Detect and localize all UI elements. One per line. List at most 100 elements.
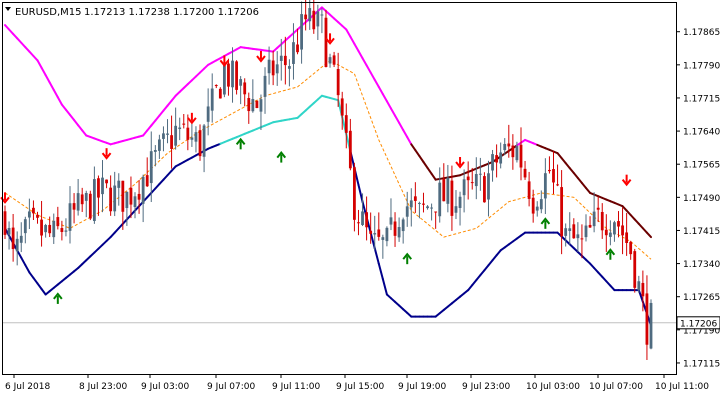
candle-body xyxy=(7,227,11,235)
candle-body xyxy=(458,196,462,208)
candle[interactable] xyxy=(633,248,637,293)
y-tick-label: 1.17865 xyxy=(683,28,720,38)
candle-body xyxy=(3,211,7,235)
candle-body xyxy=(369,230,373,234)
candle-body xyxy=(210,88,214,111)
x-tick-label: 8 Jul 23:00 xyxy=(79,382,128,392)
candle-body xyxy=(401,219,405,232)
candle-body xyxy=(336,68,340,96)
candle[interactable] xyxy=(218,87,222,99)
candle-body xyxy=(304,14,308,20)
candle-body xyxy=(539,199,543,210)
candle-body xyxy=(235,61,238,90)
candle-body xyxy=(426,206,429,209)
current-price-tag: 1.17206 xyxy=(676,316,720,330)
y-tick-label: 1.17340 xyxy=(683,260,720,270)
x-tick-label: 9 Jul 23:00 xyxy=(462,382,511,392)
candle-body xyxy=(64,230,68,232)
candle-body xyxy=(495,155,499,163)
candle-body xyxy=(543,173,547,199)
candle[interactable] xyxy=(649,299,653,350)
candle-body xyxy=(568,228,572,231)
candle-body xyxy=(153,149,157,152)
candle-body xyxy=(418,202,421,204)
candle-body xyxy=(454,206,458,213)
candle-body xyxy=(466,176,470,181)
candle-body xyxy=(48,224,52,234)
candle-body xyxy=(556,184,559,186)
candle-body xyxy=(580,238,584,240)
candle[interactable] xyxy=(255,100,259,109)
candle-body xyxy=(279,55,283,61)
candle-body xyxy=(288,66,291,69)
candle-body xyxy=(483,176,486,203)
x-tick-label: 9 Jul 15:00 xyxy=(336,382,385,392)
candle-body xyxy=(125,191,129,209)
candle-body xyxy=(145,175,149,187)
candlestick-chart[interactable]: 1.17865 1.17790 1.17715 1.17640 1.17565 1.174… xyxy=(0,0,720,400)
candle-body xyxy=(80,194,84,205)
candle-body xyxy=(239,79,243,86)
ohlc-values-label: 1.17213 1.17238 1.17200 1.17206 xyxy=(84,7,259,18)
candle-body xyxy=(584,225,588,238)
chart-header: EURUSD,M15 1.17213 1.17238 1.17200 1.172… xyxy=(5,7,259,18)
x-tick-label: 10 Jul 11:00 xyxy=(655,382,709,392)
chart-background xyxy=(0,0,720,400)
candle-body xyxy=(470,182,474,184)
candle-body xyxy=(548,169,551,172)
candle-body xyxy=(259,99,263,112)
x-tick-label: 10 Jul 07:00 xyxy=(589,382,643,392)
candle-body xyxy=(60,228,64,233)
chart-canvas[interactable]: 1.17865 1.17790 1.17715 1.17640 1.17565 1.174… xyxy=(0,0,720,400)
candle-body xyxy=(344,115,348,133)
candle-body xyxy=(113,185,117,212)
candle-body xyxy=(316,11,320,27)
candle-body xyxy=(430,207,434,209)
candle-body xyxy=(19,235,23,243)
candle-body xyxy=(348,130,352,169)
candle-body xyxy=(84,192,88,201)
candle-body xyxy=(645,293,649,345)
candle-body xyxy=(373,233,377,235)
candle-body xyxy=(637,281,641,291)
candle-body xyxy=(413,196,417,201)
candle[interactable] xyxy=(88,190,92,221)
candle-body xyxy=(166,133,169,135)
y-tick-label: 1.17415 xyxy=(683,227,720,237)
candle-body xyxy=(633,251,637,288)
candle-body xyxy=(519,144,523,168)
x-tick-label: 6 Jul 2018 xyxy=(5,382,50,392)
candle-body xyxy=(320,14,324,16)
candle-body xyxy=(97,178,100,198)
candle-body xyxy=(499,152,503,164)
candle[interactable] xyxy=(235,60,238,95)
candle-body xyxy=(381,237,385,240)
candle-body xyxy=(149,151,153,184)
candle-body xyxy=(328,57,332,64)
candle-body xyxy=(385,227,389,242)
candle-body xyxy=(72,203,76,210)
candle-body xyxy=(88,193,92,219)
x-tick-label: 9 Jul 19:00 xyxy=(398,382,447,392)
candle-body xyxy=(564,228,568,236)
candle-body xyxy=(576,234,580,239)
candle-body xyxy=(190,137,194,140)
candle-body xyxy=(377,229,381,237)
candle-body xyxy=(222,65,226,95)
candle-body xyxy=(608,232,612,237)
candle-body xyxy=(15,238,19,252)
candle-body xyxy=(162,133,165,139)
candle-body xyxy=(296,44,299,53)
candle-body xyxy=(552,169,555,183)
candle-body xyxy=(357,222,360,224)
candle-body xyxy=(40,219,43,236)
candle-body xyxy=(324,17,328,67)
candle-body xyxy=(450,180,454,216)
candle[interactable] xyxy=(483,172,486,203)
candle-body xyxy=(247,98,251,112)
candle-body xyxy=(409,200,413,208)
candle-body xyxy=(251,99,255,112)
candle-body xyxy=(23,219,27,234)
candle-body xyxy=(596,207,600,210)
candle-body xyxy=(174,125,178,146)
